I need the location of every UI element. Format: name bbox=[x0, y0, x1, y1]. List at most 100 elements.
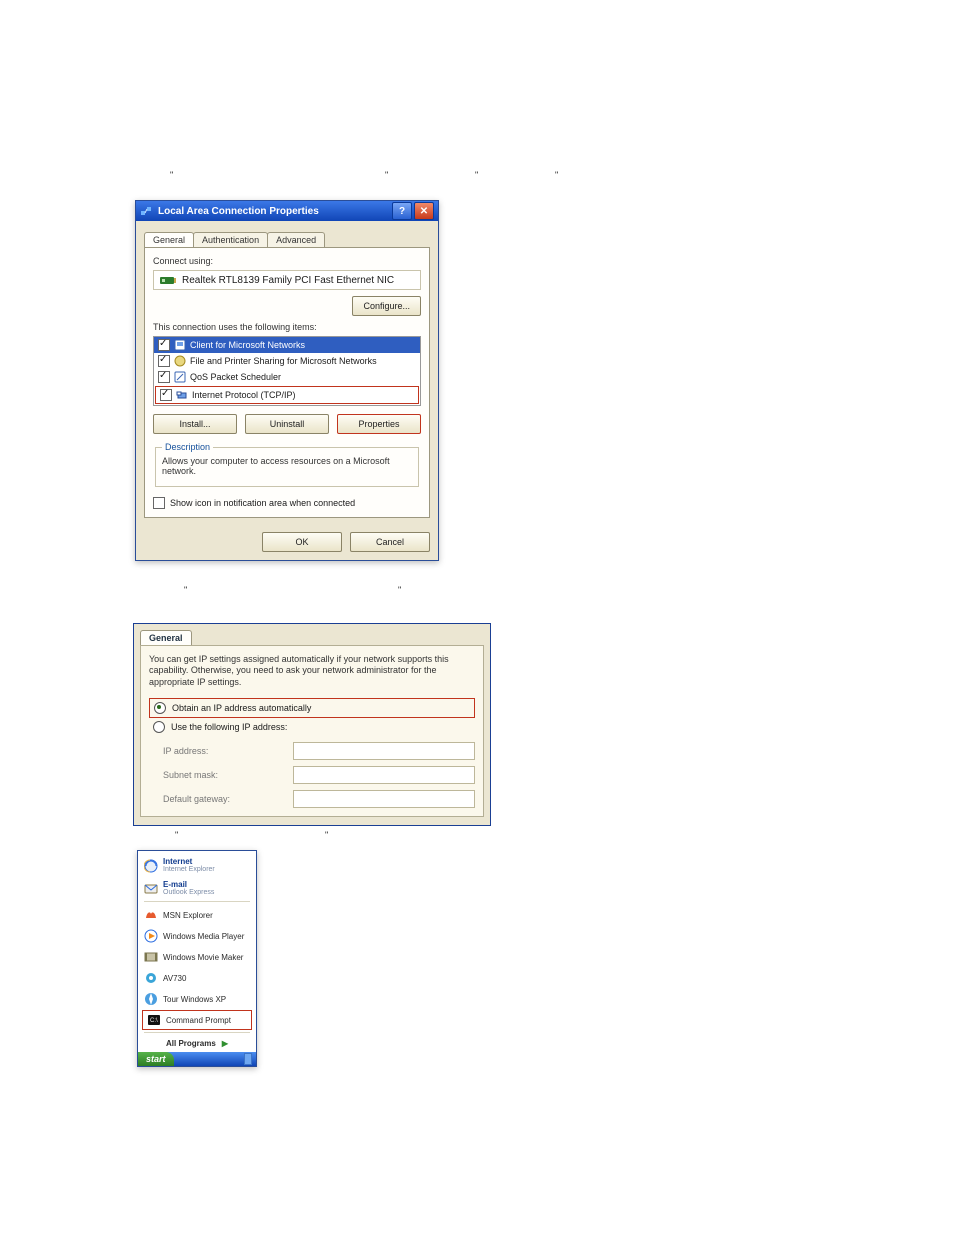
ip-address-field[interactable] bbox=[293, 742, 475, 760]
protocol-icon bbox=[176, 389, 188, 401]
ip-radio-group: Obtain an IP address automatically Use t… bbox=[149, 698, 475, 736]
configure-button[interactable]: Configure... bbox=[352, 296, 421, 316]
uninstall-button[interactable]: Uninstall bbox=[245, 414, 329, 434]
subnet-row: Subnet mask: bbox=[149, 766, 475, 784]
start-item-label: MSN Explorer bbox=[163, 911, 213, 920]
caption-quote-2b: " bbox=[398, 585, 401, 595]
radio-label: Obtain an IP address automatically bbox=[172, 703, 311, 713]
start-item-label: AV730 bbox=[163, 974, 186, 983]
tcpip-properties-dialog: General You can get IP settings assigned… bbox=[133, 623, 491, 826]
item-qos-scheduler[interactable]: QoS Packet Scheduler bbox=[154, 369, 420, 385]
tray-item bbox=[244, 1053, 252, 1065]
msn-icon bbox=[144, 908, 158, 922]
items-listbox[interactable]: Client for Microsoft Networks File and P… bbox=[153, 336, 421, 406]
item-file-printer-sharing[interactable]: File and Printer Sharing for Microsoft N… bbox=[154, 353, 420, 369]
general-panel: Connect using: Realtek RTL8139 Family PC… bbox=[144, 247, 430, 518]
start-item-label: Windows Media Player bbox=[163, 932, 244, 941]
start-item-wmp[interactable]: Windows Media Player bbox=[138, 925, 256, 946]
connection-icon bbox=[140, 205, 152, 217]
item-buttons: Install... Uninstall Properties bbox=[153, 414, 421, 434]
item-label: File and Printer Sharing for Microsoft N… bbox=[190, 356, 377, 366]
ip-address-label: IP address: bbox=[149, 746, 293, 756]
start-item-tour[interactable]: Tour Windows XP bbox=[138, 988, 256, 1009]
caption-quote-2a: " bbox=[184, 585, 187, 595]
all-programs[interactable]: All Programs ▶ bbox=[138, 1035, 256, 1052]
start-item-movie-maker[interactable]: Windows Movie Maker bbox=[138, 946, 256, 967]
client-icon bbox=[174, 339, 186, 351]
checkbox-icon[interactable] bbox=[158, 339, 170, 351]
item-label: Client for Microsoft Networks bbox=[190, 340, 305, 350]
caption-quote-1c: " bbox=[475, 170, 478, 180]
taskbar: start bbox=[138, 1052, 256, 1066]
arrow-right-icon: ▶ bbox=[222, 1039, 228, 1048]
dialog-title: Local Area Connection Properties bbox=[158, 206, 319, 217]
start-item-email[interactable]: E-mail Outlook Express bbox=[138, 877, 256, 900]
caption-quote-1b: " bbox=[385, 170, 388, 180]
tcpip-description: You can get IP settings assigned automat… bbox=[149, 654, 475, 688]
tour-icon bbox=[144, 992, 158, 1006]
divider bbox=[144, 901, 250, 902]
checkbox-icon[interactable] bbox=[158, 355, 170, 367]
subnet-field[interactable] bbox=[293, 766, 475, 784]
gateway-row: Default gateway: bbox=[149, 790, 475, 808]
ip-address-row: IP address: bbox=[149, 742, 475, 760]
install-button[interactable]: Install... bbox=[153, 414, 237, 434]
titlebar[interactable]: Local Area Connection Properties ? ✕ bbox=[136, 201, 438, 221]
start-item-main: E-mail bbox=[163, 881, 214, 889]
connect-using-label: Connect using: bbox=[153, 256, 421, 266]
qos-icon bbox=[174, 371, 186, 383]
start-item-label: Tour Windows XP bbox=[163, 995, 226, 1004]
radio-icon bbox=[154, 702, 166, 714]
close-button[interactable]: ✕ bbox=[414, 202, 434, 220]
ok-button[interactable]: OK bbox=[262, 532, 342, 552]
start-label: start bbox=[146, 1054, 166, 1064]
gateway-field[interactable] bbox=[293, 790, 475, 808]
adapter-name: Realtek RTL8139 Family PCI Fast Ethernet… bbox=[182, 275, 394, 286]
tab-advanced[interactable]: Advanced bbox=[267, 232, 325, 247]
start-item-label: Windows Movie Maker bbox=[163, 953, 243, 962]
ie-icon bbox=[144, 859, 158, 873]
tab-authentication[interactable]: Authentication bbox=[193, 232, 268, 247]
start-item-msn[interactable]: MSN Explorer bbox=[138, 904, 256, 925]
start-button[interactable]: start bbox=[138, 1052, 174, 1066]
start-item-command-prompt[interactable]: C:\ Command Prompt bbox=[142, 1010, 252, 1030]
radio-obtain-auto[interactable]: Obtain an IP address automatically bbox=[149, 698, 475, 718]
start-item-av730[interactable]: AV730 bbox=[138, 967, 256, 988]
checkbox-icon[interactable] bbox=[160, 389, 172, 401]
tabs: General Authentication Advanced bbox=[144, 229, 430, 247]
radio-icon bbox=[153, 721, 165, 733]
tab-general[interactable]: General bbox=[140, 630, 192, 645]
gateway-label: Default gateway: bbox=[149, 794, 293, 804]
uses-items-label: This connection uses the following items… bbox=[153, 322, 421, 332]
caption-quote-3a: " bbox=[175, 830, 178, 840]
start-item-main: Internet bbox=[163, 858, 215, 866]
outlook-icon bbox=[144, 882, 158, 896]
properties-button[interactable]: Properties bbox=[337, 414, 421, 434]
wmp-icon bbox=[144, 929, 158, 943]
caption-quote-1d: " bbox=[555, 170, 558, 180]
description-text: Allows your computer to access resources… bbox=[162, 456, 412, 476]
start-menu: Internet Internet Explorer E-mail Outloo… bbox=[137, 850, 257, 1067]
tab-general[interactable]: General bbox=[144, 232, 194, 247]
svg-text:C:\: C:\ bbox=[150, 1018, 158, 1024]
checkbox-icon[interactable] bbox=[153, 497, 165, 509]
caption-quote-1a: " bbox=[170, 170, 173, 180]
checkbox-icon[interactable] bbox=[158, 371, 170, 383]
help-button[interactable]: ? bbox=[392, 202, 412, 220]
radio-label: Use the following IP address: bbox=[171, 722, 287, 732]
start-item-internet[interactable]: Internet Internet Explorer bbox=[138, 854, 256, 877]
nic-icon bbox=[160, 274, 176, 286]
all-programs-label: All Programs bbox=[166, 1039, 216, 1048]
cancel-button[interactable]: Cancel bbox=[350, 532, 430, 552]
start-item-sub: Internet Explorer bbox=[163, 866, 215, 874]
divider bbox=[144, 1032, 250, 1033]
show-icon-label: Show icon in notification area when conn… bbox=[170, 498, 355, 508]
radio-use-following[interactable]: Use the following IP address: bbox=[149, 718, 475, 736]
item-tcpip[interactable]: Internet Protocol (TCP/IP) bbox=[155, 386, 419, 404]
tcpip-general-panel: You can get IP settings assigned automat… bbox=[140, 645, 484, 817]
adapter-field: Realtek RTL8139 Family PCI Fast Ethernet… bbox=[153, 270, 421, 290]
show-icon-checkbox-row[interactable]: Show icon in notification area when conn… bbox=[153, 497, 421, 509]
description-legend: Description bbox=[162, 442, 213, 452]
item-client-ms-networks[interactable]: Client for Microsoft Networks bbox=[154, 337, 420, 353]
caption-quote-3b: " bbox=[325, 830, 328, 840]
